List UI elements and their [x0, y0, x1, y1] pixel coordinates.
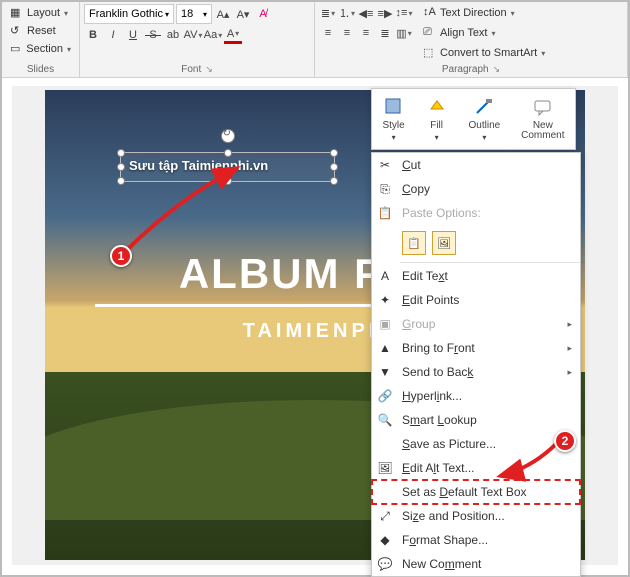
ctx-bring-front[interactable]: ▲Bring to Front▸ [372, 336, 580, 360]
ribbon-group-slides: ▦Layout ↺Reset ▭Section Slides [2, 2, 80, 77]
align-text-button[interactable]: ⎚Align Text [419, 24, 549, 42]
format-shape-icon: ◆ [376, 533, 394, 547]
decrease-indent-button[interactable]: ◀≡ [357, 4, 375, 22]
resize-handle-b[interactable] [224, 177, 232, 185]
ctx-save-picture[interactable]: Save as Picture... [372, 432, 580, 456]
align-text-label: Align Text [440, 27, 488, 39]
text-shadow-button[interactable]: ab [164, 26, 182, 44]
font-group-label: Font↘ [84, 62, 310, 77]
resize-handle-t[interactable] [224, 149, 232, 157]
mini-new-comment-button[interactable]: New Comment [521, 97, 564, 141]
bring-front-icon: ▲ [376, 341, 394, 355]
section-button[interactable]: ▭Section [6, 40, 75, 58]
ctx-new-comment[interactable]: 💬New Comment [372, 552, 580, 576]
reset-label: Reset [27, 25, 56, 37]
edit-text-icon: A [376, 269, 394, 283]
layout-button[interactable]: ▦Layout [6, 4, 75, 22]
paste-icon: 📋 [376, 206, 394, 220]
ctx-edit-alt-text[interactable]: 🖼Edit Alt Text... [372, 456, 580, 480]
strikethrough-button[interactable]: S [144, 26, 162, 44]
ribbon-group-font: Franklin Gothic▾ 18▾ A▴ A▾ A̸ B I U S ab… [80, 2, 315, 77]
bullets-button[interactable]: ≣ [319, 4, 337, 22]
change-case-button[interactable]: Aa [204, 26, 222, 44]
align-center-button[interactable]: ≡ [338, 24, 356, 42]
columns-button[interactable]: ▥ [395, 24, 413, 42]
ctx-paste-options: 📋 🖼 [372, 225, 580, 261]
resize-handle-br[interactable] [330, 177, 338, 185]
justify-button[interactable]: ≣ [376, 24, 394, 42]
cut-icon: ✂ [376, 158, 394, 172]
alt-text-icon: 🖼 [376, 461, 394, 475]
send-back-icon: ▼ [376, 365, 394, 379]
resize-handle-r[interactable] [330, 163, 338, 171]
ctx-group: ▣Group▸ [372, 312, 580, 336]
ctx-paste-options-label: 📋Paste Options: [372, 201, 580, 225]
text-direction-button[interactable]: ↕AText Direction [419, 4, 549, 22]
rotate-handle[interactable] [221, 129, 235, 143]
ribbon: ▦Layout ↺Reset ▭Section Slides Franklin … [2, 2, 628, 78]
resize-handle-tl[interactable] [117, 149, 125, 157]
mini-style-button[interactable]: Style▾ [382, 96, 404, 142]
font-dialog-launcher[interactable]: ↘ [205, 64, 213, 75]
convert-smartart-button[interactable]: ⬚Convert to SmartArt [419, 44, 549, 62]
align-left-button[interactable]: ≡ [319, 24, 337, 42]
ctx-edit-text[interactable]: AEdit Text [372, 264, 580, 288]
shrink-font-button[interactable]: A▾ [234, 5, 252, 23]
resize-handle-tr[interactable] [330, 149, 338, 157]
section-label: Section [26, 43, 63, 55]
text-direction-label: Text Direction [440, 7, 507, 19]
context-menu: ✂Cut ⎘Copy 📋Paste Options: 📋 🖼 AEdit Tex… [371, 152, 581, 577]
grow-font-button[interactable]: A▴ [214, 5, 232, 23]
layout-label: Layout [27, 7, 60, 19]
resize-handle-bl[interactable] [117, 177, 125, 185]
paste-picture[interactable]: 🖼 [432, 231, 456, 255]
mini-fill-button[interactable]: Fill▾ [426, 96, 448, 142]
resize-handle-l[interactable] [117, 163, 125, 171]
style-icon [383, 96, 405, 118]
annotation-badge-1: 1 [110, 245, 132, 267]
increase-indent-button[interactable]: ≡▶ [376, 4, 394, 22]
ctx-send-back[interactable]: ▼Send to Back▸ [372, 360, 580, 384]
ctx-smart-lookup[interactable]: 🔍Smart Lookup [372, 408, 580, 432]
underline-button[interactable]: U [124, 26, 142, 44]
annotation-badge-2: 2 [554, 430, 576, 452]
ctx-copy[interactable]: ⎘Copy [372, 177, 580, 201]
font-size-combo[interactable]: 18▾ [176, 4, 212, 24]
copy-icon: ⎘ [376, 182, 394, 197]
paragraph-dialog-launcher[interactable]: ↘ [493, 64, 501, 75]
size-icon: ⤢ [376, 509, 394, 524]
comment-icon [532, 97, 554, 119]
italic-button[interactable]: I [104, 26, 122, 44]
font-name-combo[interactable]: Franklin Gothic▾ [84, 4, 174, 24]
slides-group-label: Slides [6, 62, 75, 77]
numbering-button[interactable]: ⒈ [338, 4, 356, 22]
reset-button[interactable]: ↺Reset [6, 22, 75, 40]
fill-icon [426, 96, 448, 118]
ctx-size-position[interactable]: ⤢Size and Position... [372, 504, 580, 528]
clear-formatting-button[interactable]: A̸ [254, 5, 272, 23]
mini-outline-button[interactable]: Outline▾ [469, 96, 501, 142]
selected-text-box[interactable]: Sưu tập Taimienphi.vn [120, 152, 335, 182]
ribbon-group-paragraph: ≣ ⒈ ◀≡ ≡▶ ↕≡ ≡ ≡ ≡ ≣ ▥ ↕AText Direction … [315, 2, 628, 77]
ctx-format-shape[interactable]: ◆Format Shape... [372, 528, 580, 552]
ctx-edit-points[interactable]: ✦Edit Points [372, 288, 580, 312]
line-spacing-button[interactable]: ↕≡ [395, 4, 413, 22]
ctx-hyperlink[interactable]: 🔗Hyperlink... [372, 384, 580, 408]
bold-button[interactable]: B [84, 26, 102, 44]
mini-toolbar: Style▾ Fill▾ Outline▾ New Comment [371, 88, 576, 150]
new-comment-icon: 💬 [376, 557, 394, 571]
char-spacing-button[interactable]: AV [184, 26, 202, 44]
ctx-cut[interactable]: ✂Cut [372, 153, 580, 177]
convert-smartart-label: Convert to SmartArt [440, 47, 537, 59]
group-icon: ▣ [376, 317, 394, 331]
smart-lookup-icon: 🔍 [376, 413, 394, 427]
font-color-button[interactable]: A [224, 26, 242, 44]
outline-icon [473, 96, 495, 118]
paste-keep-source[interactable]: 📋 [402, 231, 426, 255]
paragraph-group-label: Paragraph↘ [319, 62, 623, 77]
align-right-button[interactable]: ≡ [357, 24, 375, 42]
edit-points-icon: ✦ [376, 293, 394, 307]
ctx-set-default-textbox[interactable]: Set as Default Text Box [372, 480, 580, 504]
hyperlink-icon: 🔗 [376, 389, 394, 403]
